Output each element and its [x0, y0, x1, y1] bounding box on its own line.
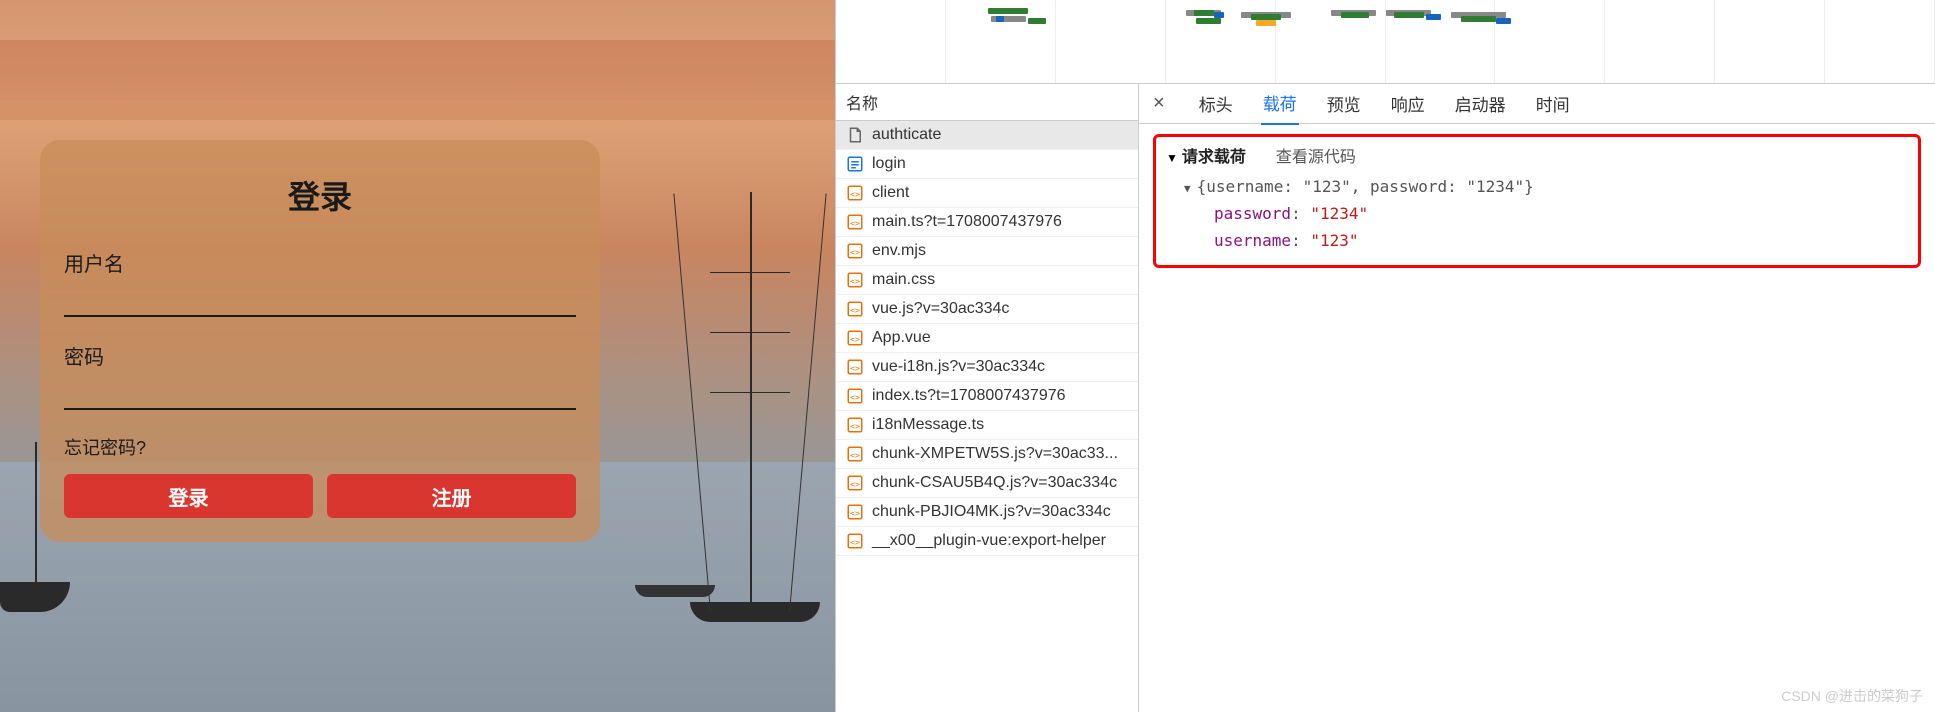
script-icon: <> [846, 300, 864, 318]
svg-text:<>: <> [850, 305, 860, 315]
request-row[interactable]: <> client [836, 179, 1138, 208]
request-name: index.ts?t=1708007437976 [872, 387, 1066, 405]
script-icon: <> [846, 532, 864, 550]
password-input[interactable] [64, 374, 576, 410]
request-row[interactable]: <> main.css [836, 266, 1138, 295]
script-icon: <> [846, 474, 864, 492]
request-row[interactable]: <> i18nMessage.ts [836, 411, 1138, 440]
username-label: 用户名 [64, 248, 576, 277]
caret-down-icon[interactable]: ▼ [1184, 180, 1191, 199]
script-icon: <> [846, 387, 864, 405]
request-row[interactable]: <> __x00__plugin-vue:export-helper [836, 527, 1138, 556]
script-icon: <> [846, 184, 864, 202]
detail-tabs: × 标头 载荷 预览 响应 启动器 时间 [1139, 84, 1935, 124]
request-name: main.ts?t=1708007437976 [872, 213, 1062, 231]
request-name: client [872, 184, 909, 202]
request-name: App.vue [872, 329, 931, 347]
script-icon: <> [846, 358, 864, 376]
request-row[interactable]: authticate [836, 121, 1138, 150]
script-icon: <> [846, 213, 864, 231]
request-row[interactable]: <> chunk-XMPETW5S.js?v=30ac33... [836, 440, 1138, 469]
devtools-panel: 名称 authticate login <> client <> main.ts?t=17… [835, 0, 1935, 712]
caret-down-icon[interactable]: ▼ [1166, 151, 1178, 165]
view-source-link[interactable]: 查看源代码 [1276, 143, 1356, 167]
script-icon: <> [846, 416, 864, 434]
svg-text:<>: <> [850, 276, 860, 286]
network-request-list: 名称 authticate login <> client <> main.ts?t=17… [836, 84, 1139, 712]
login-button[interactable]: 登录 [64, 474, 313, 518]
json-summary-row[interactable]: ▼{username: "123", password: "1234"} [1184, 173, 1908, 200]
request-name: vue.js?v=30ac334c [872, 300, 1009, 318]
tab-initiator[interactable]: 启动器 [1453, 84, 1508, 124]
request-name: vue-i18n.js?v=30ac334c [872, 358, 1045, 376]
login-title: 登录 [64, 172, 576, 218]
request-row[interactable]: <> vue.js?v=30ac334c [836, 295, 1138, 324]
script-icon: <> [846, 329, 864, 347]
payload-content: ▼请求载荷 查看源代码 ▼{username: "123", password:… [1139, 124, 1935, 278]
svg-text:<>: <> [850, 218, 860, 228]
request-list-items: authticate login <> client <> main.ts?t=17080… [836, 121, 1138, 712]
request-name: env.mjs [872, 242, 926, 260]
html-icon [846, 155, 864, 173]
svg-text:<>: <> [850, 363, 860, 373]
svg-text:<>: <> [850, 247, 860, 257]
script-icon: <> [846, 503, 864, 521]
tab-response[interactable]: 响应 [1389, 84, 1427, 124]
svg-text:<>: <> [850, 334, 860, 344]
script-icon: <> [846, 242, 864, 260]
svg-text:<>: <> [850, 479, 860, 489]
payload-highlight: ▼请求载荷 查看源代码 ▼{username: "123", password:… [1153, 134, 1921, 268]
username-input[interactable] [64, 281, 576, 317]
request-name: __x00__plugin-vue:export-helper [872, 532, 1106, 550]
payload-json: ▼{username: "123", password: "1234"} pas… [1166, 173, 1908, 255]
button-row: 登录 注册 [64, 474, 576, 518]
request-name: chunk-CSAU5B4Q.js?v=30ac334c [872, 474, 1117, 492]
request-name: chunk-XMPETW5S.js?v=30ac33... [872, 445, 1118, 463]
request-row[interactable]: <> index.ts?t=1708007437976 [836, 382, 1138, 411]
tab-headers[interactable]: 标头 [1197, 84, 1235, 124]
password-label: 密码 [64, 341, 576, 370]
request-name: chunk-PBJIO4MK.js?v=30ac334c [872, 503, 1111, 521]
tab-payload[interactable]: 载荷 [1261, 84, 1299, 125]
svg-text:<>: <> [850, 421, 860, 431]
request-row[interactable]: <> main.ts?t=1708007437976 [836, 208, 1138, 237]
request-name: authticate [872, 126, 941, 144]
login-page: 登录 用户名 密码 忘记密码? 登录 注册 [0, 0, 835, 712]
json-property: password: "1234" [1184, 200, 1908, 227]
svg-text:<>: <> [850, 508, 860, 518]
login-card: 登录 用户名 密码 忘记密码? 登录 注册 [40, 140, 600, 542]
close-icon[interactable]: × [1147, 92, 1171, 115]
json-property: username: "123" [1184, 227, 1908, 254]
document-icon [846, 126, 864, 144]
svg-text:<>: <> [850, 189, 860, 199]
watermark: CSDN @进击的菜狗子 [1781, 686, 1923, 706]
tab-preview[interactable]: 预览 [1325, 84, 1363, 124]
request-name: main.css [872, 271, 935, 289]
boat-mast-decoration [35, 442, 37, 582]
request-row[interactable]: <> vue-i18n.js?v=30ac334c [836, 353, 1138, 382]
register-button[interactable]: 注册 [327, 474, 576, 518]
svg-text:<>: <> [850, 392, 860, 402]
svg-text:<>: <> [850, 450, 860, 460]
request-list-header[interactable]: 名称 [836, 84, 1138, 121]
forgot-password-link[interactable]: 忘记密码? [64, 434, 576, 460]
request-detail-pane: × 标头 载荷 预览 响应 启动器 时间 ▼请求载荷 查看源代码 ▼{usern… [1139, 84, 1935, 712]
script-icon: <> [846, 445, 864, 463]
tab-timing[interactable]: 时间 [1534, 84, 1572, 124]
request-name: i18nMessage.ts [872, 416, 984, 434]
request-row[interactable]: <> chunk-PBJIO4MK.js?v=30ac334c [836, 498, 1138, 527]
request-row[interactable]: <> App.vue [836, 324, 1138, 353]
request-row[interactable]: <> env.mjs [836, 237, 1138, 266]
boat-decoration [635, 585, 715, 597]
network-waterfall[interactable] [836, 0, 1935, 84]
request-name: login [872, 155, 906, 173]
mast-decoration [750, 192, 752, 612]
script-icon: <> [846, 271, 864, 289]
payload-section-title[interactable]: ▼请求载荷 [1166, 143, 1246, 167]
request-row[interactable]: <> chunk-CSAU5B4Q.js?v=30ac334c [836, 469, 1138, 498]
request-row[interactable]: login [836, 150, 1138, 179]
svg-text:<>: <> [850, 537, 860, 547]
